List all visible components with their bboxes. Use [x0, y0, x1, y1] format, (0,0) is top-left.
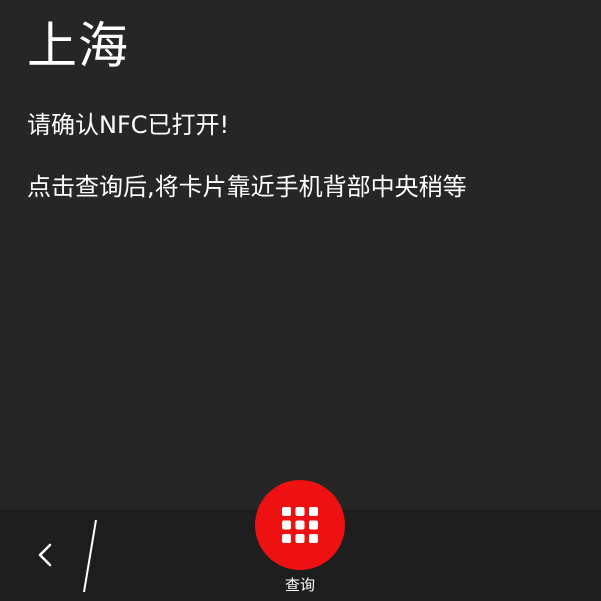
chevron-left-icon — [38, 543, 52, 567]
query-button[interactable] — [255, 480, 345, 570]
screen: 上海 请确认NFC已打开! 点击查询后,将卡片靠近手机背部中央稍等 查询 — [0, 0, 601, 601]
card-instruction: 点击查询后,将卡片靠近手机背部中央稍等 — [27, 173, 467, 201]
back-button[interactable] — [28, 532, 64, 578]
nfc-notice: 请确认NFC已打开! — [27, 111, 230, 139]
city-title: 上海 — [27, 17, 129, 75]
grid-icon — [282, 507, 318, 543]
divider-slash — [83, 519, 97, 593]
query-label[interactable]: 查询 — [250, 575, 350, 595]
